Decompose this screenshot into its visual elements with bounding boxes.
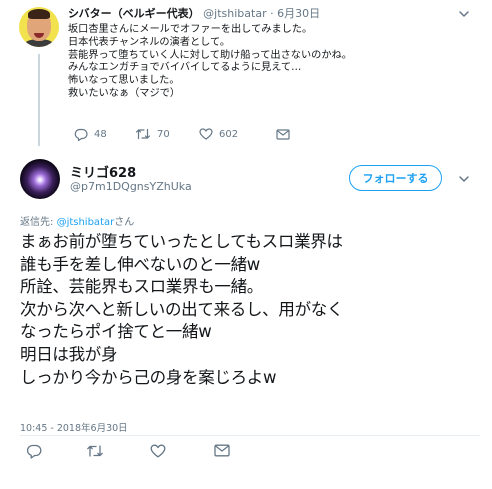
chevron-down-icon[interactable] — [458, 9, 470, 19]
tweet-text-line: まぁお前が堕ちていったとしてもスロ業界は — [20, 232, 343, 251]
header-separator: · — [270, 7, 274, 20]
parent-tweet[interactable]: シバター（ベルギー代表） @jtshibatar · 6月30日 坂口杏里さんに… — [0, 0, 492, 153]
tweet-text-line: 日本代表チャンネルの演者として。 — [68, 36, 231, 48]
chevron-down-icon[interactable] — [458, 174, 470, 184]
tweet-text-line: 芸能界って堕ちていく人に対して助け船って出さないのかね。 — [68, 49, 352, 61]
retweet-button[interactable]: 70 — [135, 127, 170, 141]
reply-prefix: 返信先: — [20, 217, 54, 228]
tweet-timestamp[interactable]: 10:45 - 2018年6月30日 — [20, 420, 128, 434]
tweet-text-line: 誰も手を差し伸べないのと一緒w — [20, 254, 260, 274]
tweet-text-line: なったらポイ捨てと一緒w — [20, 322, 212, 342]
follow-button[interactable]: フォローする — [349, 165, 442, 191]
parent-author-avatar[interactable] — [19, 7, 59, 47]
parent-tweet-actions: 48 70 602 — [68, 127, 448, 141]
reply-suffix: さん — [114, 217, 135, 228]
heart-icon — [199, 128, 213, 140]
retweet-button[interactable] — [86, 444, 104, 458]
main-tweet: ミリゴ628 @p7m1DQgnsYZhUka フォローする 返信先: @jts… — [0, 153, 492, 489]
main-tweet-text: まぁお前が堕ちていったとしてもスロ業界は 誰も手を差し伸べないのと一緒w 所詮、… — [20, 231, 480, 389]
avatar-hair-shape — [28, 9, 50, 19]
thread-connector-line — [38, 54, 40, 146]
parent-author-name[interactable]: シバター（ベルギー代表） — [68, 7, 200, 20]
parent-tweet-text: 坂口杏里さんにメールでオファーを出してみました。 日本代表チャンネルの演者として… — [68, 24, 468, 101]
tweet-text-line: 怖いなって思いました。 — [68, 75, 180, 87]
main-author-name[interactable]: ミリゴ628 — [70, 162, 136, 181]
main-author-avatar[interactable] — [20, 159, 60, 199]
tweet-text-line: 所詮、芸能界もスロ業界も一緒。 — [20, 277, 264, 297]
heart-icon — [150, 444, 166, 458]
reply-button[interactable]: 48 — [74, 127, 107, 141]
tweet-text-line: 明日は我が身 — [20, 344, 118, 364]
tweet-text-line: みんなエンガチョでバイバイしてるように見えて… — [68, 62, 302, 74]
mail-icon — [276, 128, 290, 140]
like-button[interactable]: 602 — [199, 127, 238, 141]
reply-icon — [26, 444, 42, 459]
reply-mention-link[interactable]: @jtshibatar — [57, 217, 115, 228]
main-author-handle[interactable]: @p7m1DQgnsYZhUka — [70, 180, 192, 193]
parent-tweet-date[interactable]: 6月30日 — [277, 7, 320, 20]
like-button[interactable] — [150, 444, 166, 458]
tweet-text-line: 救いたいなぁ（マジで） — [68, 87, 181, 99]
tweet-text-line: 坂口杏里さんにメールでオファーを出してみました。 — [68, 24, 313, 35]
like-count: 602 — [219, 128, 239, 140]
replying-to-line: 返信先: @jtshibatarさん — [20, 213, 134, 228]
reply-count: 48 — [94, 128, 107, 140]
parent-author-handle[interactable]: @jtshibatar — [203, 7, 266, 20]
reply-button[interactable] — [26, 444, 42, 459]
retweet-icon — [87, 445, 103, 457]
divider — [20, 435, 480, 436]
tweet-text-line: 次から次へと新しいの出て来るし、用がなく — [20, 299, 344, 319]
direct-message-button[interactable] — [214, 444, 230, 457]
main-tweet-actions — [20, 444, 480, 460]
retweet-count: 70 — [157, 128, 170, 140]
tweet-text-line: しっかり今から己の身を案じろよw — [20, 367, 277, 387]
reply-icon — [74, 128, 88, 141]
parent-tweet-header: シバター（ベルギー代表） @jtshibatar · 6月30日 — [68, 7, 320, 21]
retweet-icon — [135, 128, 151, 140]
direct-message-button[interactable] — [276, 127, 290, 141]
mail-icon — [214, 444, 230, 457]
